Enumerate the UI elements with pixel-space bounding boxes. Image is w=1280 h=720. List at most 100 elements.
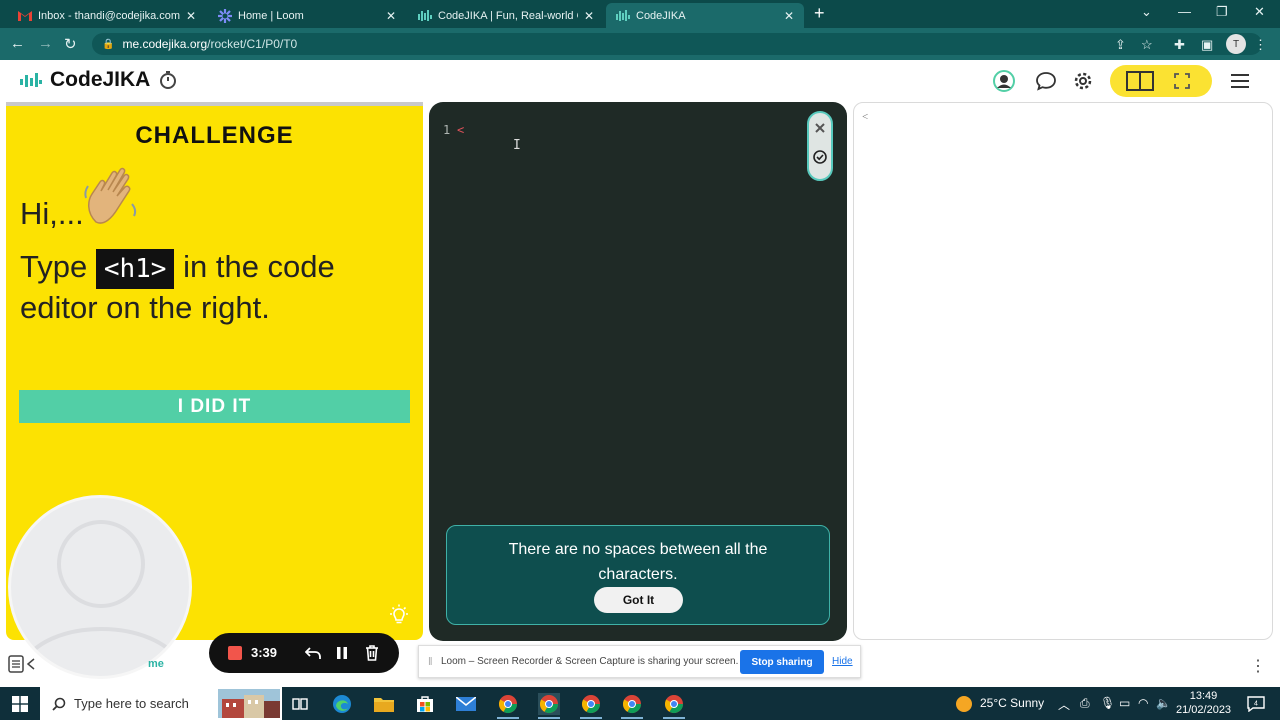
- share-icon[interactable]: ⇪: [1115, 37, 1126, 53]
- loom-icon: [218, 8, 232, 23]
- active-app-indicator: [538, 717, 560, 719]
- chrome-profile-icon[interactable]: [580, 693, 602, 715]
- notification-count: 4: [1254, 701, 1258, 708]
- windows-start-icon[interactable]: [9, 693, 31, 715]
- waving-hand-icon: [84, 167, 137, 224]
- more-options-icon[interactable]: ⋮: [1250, 656, 1266, 676]
- forward-arrow-icon[interactable]: →: [38, 35, 53, 52]
- hint-message: There are no spaces between all the char…: [508, 541, 768, 583]
- tab-label: Home | Loom: [238, 9, 304, 22]
- tab-gmail-inbox[interactable]: Inbox - thandi@codejika.com - G ✕: [8, 3, 206, 28]
- bookmark-star-icon[interactable]: ☆: [1141, 37, 1153, 53]
- undo-icon[interactable]: [303, 643, 323, 663]
- hint-popup: There are no spaces between all the char…: [446, 525, 830, 625]
- pause-icon[interactable]: [332, 643, 352, 663]
- browser-tab-strip: Inbox - thandi@codejika.com - G ✕ Home |…: [0, 0, 1280, 28]
- close-icon[interactable]: ✕: [186, 9, 196, 23]
- mail-icon[interactable]: [455, 693, 477, 715]
- url-path: /rocket/C1/P0/T0: [207, 37, 298, 51]
- chrome-profile-icon[interactable]: [663, 693, 685, 715]
- task-view-icon[interactable]: [289, 693, 311, 715]
- maximize-icon[interactable]: ❐: [1216, 4, 1228, 20]
- microsoft-store-icon[interactable]: [414, 693, 436, 715]
- active-app-indicator: [580, 717, 602, 719]
- chat-bubble-icon[interactable]: [1035, 70, 1057, 92]
- microphone-icon[interactable]: 🎙: [1100, 696, 1115, 710]
- got-it-button[interactable]: Got It: [594, 587, 683, 613]
- lightbulb-hint-icon[interactable]: [388, 604, 410, 626]
- recording-timer: 3:39: [251, 645, 278, 660]
- close-icon[interactable]: ✕: [584, 9, 594, 23]
- chrome-profile-active-icon[interactable]: [538, 693, 560, 715]
- user-avatar-icon[interactable]: [993, 70, 1015, 92]
- wifi-icon[interactable]: ◠: [1138, 696, 1148, 710]
- line-number: 1: [443, 123, 451, 137]
- chrome-icon[interactable]: [497, 693, 519, 715]
- hamburger-menu-icon[interactable]: [1229, 70, 1251, 92]
- extensions-puzzle-icon[interactable]: ✚: [1174, 37, 1185, 53]
- tab-search-chevron-icon[interactable]: ⌄: [1141, 4, 1152, 20]
- notification-center-icon[interactable]: 4: [1245, 693, 1267, 715]
- check-circle-icon[interactable]: [812, 149, 828, 165]
- stop-recording-icon[interactable]: [228, 646, 242, 660]
- brand-name: CodeJIKA: [50, 68, 151, 91]
- search-placeholder: Type here to search: [74, 696, 189, 711]
- close-icon[interactable]: ✕: [784, 9, 794, 23]
- minimize-icon[interactable]: —: [1178, 4, 1191, 19]
- active-app-indicator: [663, 717, 685, 719]
- tab-codejika-fun[interactable]: CodeJIKA | Fun, Real-world Codin ✕: [408, 3, 604, 28]
- stopwatch-icon[interactable]: [158, 70, 178, 90]
- volume-icon[interactable]: 🔈: [1156, 696, 1171, 710]
- challenge-title: CHALLENGE: [135, 122, 294, 149]
- taskbar-clock[interactable]: 13:49 21/02/2023: [1176, 689, 1231, 717]
- trash-icon[interactable]: [362, 643, 382, 663]
- reload-icon[interactable]: ↻: [64, 35, 77, 53]
- back-arrow-icon[interactable]: ←: [10, 35, 25, 52]
- gear-icon[interactable]: [1072, 70, 1094, 92]
- tab-codejika-active[interactable]: CodeJIKA ✕: [606, 3, 804, 28]
- browser-toolbar: ← → ↻ 🔒 me.codejika.org /rocket/C1/P0/T0…: [0, 28, 1280, 60]
- url-bar[interactable]: 🔒 me.codejika.org /rocket/C1/P0/T0: [92, 33, 1262, 55]
- chrome-menu-icon[interactable]: ⋮: [1254, 37, 1267, 53]
- fullscreen-icon[interactable]: [1168, 71, 1196, 91]
- side-panel-icon[interactable]: ▣: [1201, 37, 1213, 53]
- loom-camera-bubble[interactable]: [8, 495, 192, 679]
- sidebar-toggle-icon[interactable]: [8, 655, 36, 673]
- edge-browser-icon[interactable]: [331, 693, 353, 715]
- tab-label: CodeJIKA | Fun, Real-world Codin: [438, 9, 578, 22]
- meet-now-icon[interactable]: ⎙: [1080, 696, 1090, 711]
- editor-toolbar: [807, 111, 833, 181]
- chrome-profile-icon[interactable]: [621, 693, 643, 715]
- tab-label: CodeJIKA: [636, 9, 686, 22]
- file-explorer-icon[interactable]: [373, 693, 395, 715]
- preview-output: <: [862, 111, 869, 123]
- show-hidden-icons-chevron-icon[interactable]: ︿: [1058, 696, 1070, 713]
- i-did-it-button[interactable]: I DID IT: [19, 390, 410, 423]
- lock-icon: 🔒: [102, 38, 115, 50]
- battery-icon[interactable]: ▭: [1119, 696, 1130, 710]
- code-tag-chip: <h1>: [95, 248, 175, 289]
- greeting-text: Hi,...: [20, 196, 84, 231]
- app-header: CodeJIKA: [0, 60, 1280, 102]
- stop-sharing-button[interactable]: Stop sharing: [740, 650, 824, 674]
- close-icon[interactable]: ✕: [386, 9, 396, 23]
- split-view-icon[interactable]: [1126, 71, 1154, 91]
- hide-link[interactable]: Hide: [832, 656, 853, 667]
- loom-recording-controls: 3:39: [209, 633, 399, 673]
- drag-handle-icon[interactable]: ‖: [428, 656, 433, 668]
- close-icon[interactable]: [812, 120, 828, 136]
- clock-date: 21/02/2023: [1176, 704, 1232, 716]
- codejika-icon: [616, 9, 630, 23]
- weather-text[interactable]: 25°C Sunny: [980, 696, 1044, 710]
- new-tab-plus-icon[interactable]: +: [814, 4, 825, 22]
- code-editor-panel[interactable]: 1 < I There are no spaces between all th…: [429, 102, 847, 641]
- codejika-logo-icon: [20, 73, 42, 87]
- tab-loom-home[interactable]: Home | Loom ✕: [208, 3, 406, 28]
- profile-avatar[interactable]: T: [1226, 34, 1246, 54]
- user-placeholder-icon: [19, 520, 185, 669]
- weather-sun-icon[interactable]: [953, 693, 975, 715]
- window-close-icon[interactable]: ✕: [1254, 4, 1265, 20]
- gmail-icon: [18, 9, 32, 23]
- code-line[interactable]: <: [457, 123, 464, 137]
- active-app-indicator: [497, 717, 519, 719]
